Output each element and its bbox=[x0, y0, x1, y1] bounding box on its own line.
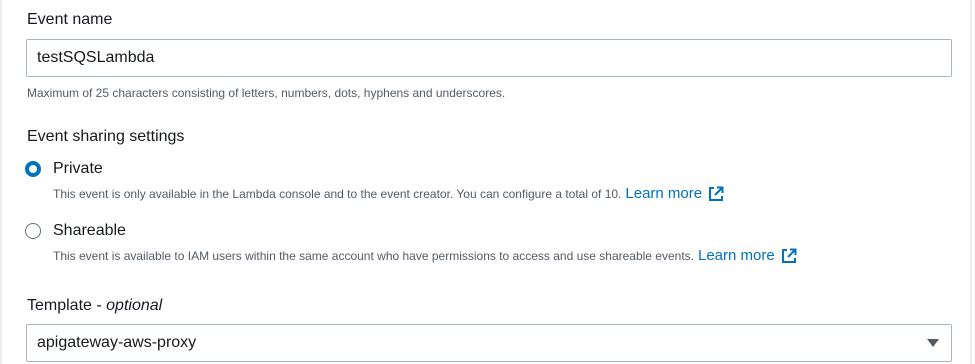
caret-down-icon bbox=[927, 339, 939, 347]
radio-button-private[interactable] bbox=[25, 161, 41, 177]
private-description-text: This event is only available in the Lamb… bbox=[53, 186, 622, 201]
event-name-label: Event name bbox=[27, 11, 113, 28]
shareable-description-text: This event is available to IAM users wit… bbox=[53, 248, 694, 263]
event-name-input[interactable] bbox=[26, 39, 952, 77]
template-label: Template - optional bbox=[27, 297, 162, 315]
form-panel: Event name Maximum of 25 characters cons… bbox=[0, 0, 972, 364]
radio-option-shareable[interactable]: Shareable bbox=[25, 222, 126, 240]
template-select-value: apigateway-aws-proxy bbox=[37, 334, 197, 351]
radio-button-shareable[interactable] bbox=[25, 223, 41, 239]
private-description: This event is only available in the Lamb… bbox=[53, 185, 724, 202]
radio-option-private[interactable]: Private bbox=[25, 160, 103, 178]
radio-label-shareable: Shareable bbox=[53, 222, 126, 239]
template-select[interactable]: apigateway-aws-proxy bbox=[26, 324, 952, 362]
radio-label-private: Private bbox=[53, 160, 103, 177]
learn-more-link-private[interactable]: Learn more bbox=[625, 185, 724, 202]
learn-more-label: Learn more bbox=[625, 185, 703, 202]
external-link-icon bbox=[781, 248, 797, 263]
learn-more-label: Learn more bbox=[698, 247, 775, 264]
learn-more-link-shareable[interactable]: Learn more bbox=[698, 247, 797, 264]
optional-label: optional bbox=[106, 297, 163, 314]
external-link-icon bbox=[709, 186, 724, 201]
event-name-hint: Maximum of 25 characters consisting of l… bbox=[27, 86, 506, 100]
shareable-description: This event is available to IAM users wit… bbox=[53, 247, 797, 264]
sharing-settings-label: Event sharing settings bbox=[27, 128, 185, 145]
template-label-text: Template - bbox=[27, 297, 107, 314]
